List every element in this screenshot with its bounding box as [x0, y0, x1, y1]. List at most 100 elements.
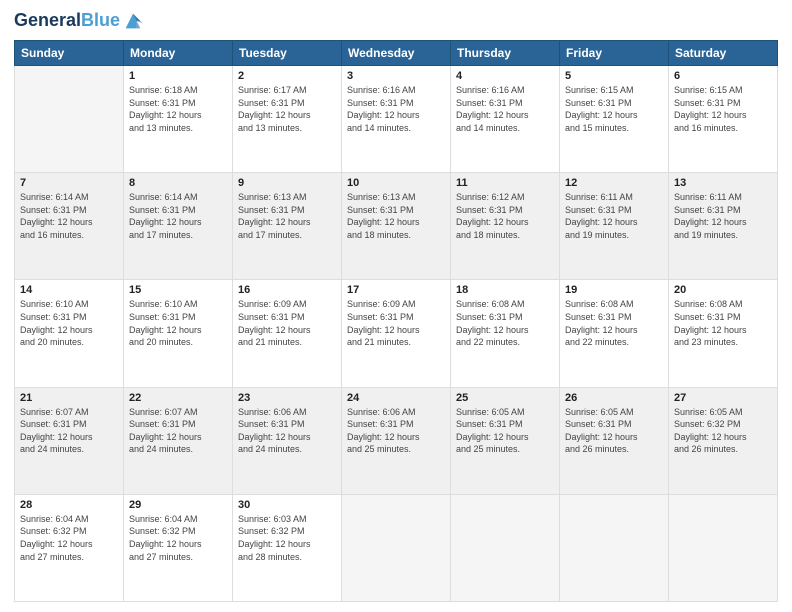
- calendar-cell: 30 Sunrise: 6:03 AM Sunset: 6:32 PM Dayl…: [233, 494, 342, 601]
- logo: GeneralBlue: [14, 10, 144, 32]
- sunrise-label: Sunrise: 6:14 AM: [129, 192, 198, 202]
- day-info: Sunrise: 6:15 AM Sunset: 6:31 PM Dayligh…: [674, 84, 772, 134]
- day-number: 18: [456, 284, 554, 296]
- day-header-monday: Monday: [124, 41, 233, 66]
- day-number: 11: [456, 177, 554, 189]
- calendar-cell: 10 Sunrise: 6:13 AM Sunset: 6:31 PM Dayl…: [342, 173, 451, 280]
- daylight-mins: and 20 minutes.: [20, 337, 84, 347]
- sunset-label: Sunset: 6:31 PM: [129, 205, 196, 215]
- daylight-label: Daylight: 12 hours: [456, 110, 529, 120]
- sunset-label: Sunset: 6:31 PM: [347, 419, 414, 429]
- sunrise-label: Sunrise: 6:05 AM: [674, 407, 743, 417]
- daylight-mins: and 22 minutes.: [456, 337, 520, 347]
- daylight-mins: and 24 minutes.: [20, 444, 84, 454]
- daylight-mins: and 20 minutes.: [129, 337, 193, 347]
- daylight-mins: and 24 minutes.: [238, 444, 302, 454]
- logo-icon: [122, 10, 144, 32]
- sunset-label: Sunset: 6:31 PM: [238, 419, 305, 429]
- daylight-label: Daylight: 12 hours: [20, 217, 93, 227]
- daylight-label: Daylight: 12 hours: [347, 110, 420, 120]
- day-number: 6: [674, 70, 772, 82]
- sunset-label: Sunset: 6:31 PM: [20, 205, 87, 215]
- day-info: Sunrise: 6:08 AM Sunset: 6:31 PM Dayligh…: [674, 298, 772, 348]
- daylight-label: Daylight: 12 hours: [20, 432, 93, 442]
- daylight-mins: and 17 minutes.: [129, 230, 193, 240]
- calendar-cell: 4 Sunrise: 6:16 AM Sunset: 6:31 PM Dayli…: [451, 66, 560, 173]
- sunset-label: Sunset: 6:31 PM: [129, 419, 196, 429]
- sunset-label: Sunset: 6:31 PM: [238, 205, 305, 215]
- sunset-label: Sunset: 6:31 PM: [129, 98, 196, 108]
- sunrise-label: Sunrise: 6:09 AM: [238, 299, 307, 309]
- calendar-cell: 8 Sunrise: 6:14 AM Sunset: 6:31 PM Dayli…: [124, 173, 233, 280]
- sunrise-label: Sunrise: 6:10 AM: [20, 299, 89, 309]
- sunset-label: Sunset: 6:31 PM: [456, 205, 523, 215]
- daylight-mins: and 18 minutes.: [347, 230, 411, 240]
- day-number: 27: [674, 392, 772, 404]
- calendar-cell: 1 Sunrise: 6:18 AM Sunset: 6:31 PM Dayli…: [124, 66, 233, 173]
- daylight-mins: and 25 minutes.: [456, 444, 520, 454]
- daylight-mins: and 19 minutes.: [565, 230, 629, 240]
- day-number: 15: [129, 284, 227, 296]
- daylight-label: Daylight: 12 hours: [456, 325, 529, 335]
- day-info: Sunrise: 6:14 AM Sunset: 6:31 PM Dayligh…: [129, 191, 227, 241]
- daylight-mins: and 14 minutes.: [456, 123, 520, 133]
- daylight-label: Daylight: 12 hours: [129, 539, 202, 549]
- daylight-label: Daylight: 12 hours: [565, 325, 638, 335]
- day-info: Sunrise: 6:09 AM Sunset: 6:31 PM Dayligh…: [238, 298, 336, 348]
- day-info: Sunrise: 6:06 AM Sunset: 6:31 PM Dayligh…: [347, 406, 445, 456]
- day-number: 7: [20, 177, 118, 189]
- daylight-mins: and 21 minutes.: [347, 337, 411, 347]
- day-info: Sunrise: 6:04 AM Sunset: 6:32 PM Dayligh…: [129, 513, 227, 563]
- calendar-cell: 9 Sunrise: 6:13 AM Sunset: 6:31 PM Dayli…: [233, 173, 342, 280]
- day-info: Sunrise: 6:13 AM Sunset: 6:31 PM Dayligh…: [238, 191, 336, 241]
- daylight-label: Daylight: 12 hours: [347, 217, 420, 227]
- calendar-cell: 2 Sunrise: 6:17 AM Sunset: 6:31 PM Dayli…: [233, 66, 342, 173]
- day-number: 13: [674, 177, 772, 189]
- day-info: Sunrise: 6:03 AM Sunset: 6:32 PM Dayligh…: [238, 513, 336, 563]
- calendar-cell: 23 Sunrise: 6:06 AM Sunset: 6:31 PM Dayl…: [233, 387, 342, 494]
- day-number: 1: [129, 70, 227, 82]
- daylight-label: Daylight: 12 hours: [129, 110, 202, 120]
- day-info: Sunrise: 6:11 AM Sunset: 6:31 PM Dayligh…: [565, 191, 663, 241]
- day-header-thursday: Thursday: [451, 41, 560, 66]
- sunset-label: Sunset: 6:31 PM: [674, 205, 741, 215]
- daylight-label: Daylight: 12 hours: [238, 432, 311, 442]
- sunrise-label: Sunrise: 6:16 AM: [347, 85, 416, 95]
- sunset-label: Sunset: 6:31 PM: [347, 312, 414, 322]
- day-number: 20: [674, 284, 772, 296]
- sunrise-label: Sunrise: 6:05 AM: [565, 407, 634, 417]
- day-info: Sunrise: 6:12 AM Sunset: 6:31 PM Dayligh…: [456, 191, 554, 241]
- calendar-cell: 13 Sunrise: 6:11 AM Sunset: 6:31 PM Dayl…: [669, 173, 778, 280]
- day-info: Sunrise: 6:05 AM Sunset: 6:31 PM Dayligh…: [565, 406, 663, 456]
- calendar-week-row: 1 Sunrise: 6:18 AM Sunset: 6:31 PM Dayli…: [15, 66, 778, 173]
- day-number: 14: [20, 284, 118, 296]
- day-info: Sunrise: 6:05 AM Sunset: 6:32 PM Dayligh…: [674, 406, 772, 456]
- daylight-mins: and 16 minutes.: [674, 123, 738, 133]
- daylight-label: Daylight: 12 hours: [20, 325, 93, 335]
- day-info: Sunrise: 6:07 AM Sunset: 6:31 PM Dayligh…: [20, 406, 118, 456]
- day-number: 19: [565, 284, 663, 296]
- calendar-cell: 7 Sunrise: 6:14 AM Sunset: 6:31 PM Dayli…: [15, 173, 124, 280]
- daylight-label: Daylight: 12 hours: [238, 539, 311, 549]
- daylight-label: Daylight: 12 hours: [565, 217, 638, 227]
- day-info: Sunrise: 6:13 AM Sunset: 6:31 PM Dayligh…: [347, 191, 445, 241]
- sunset-label: Sunset: 6:31 PM: [565, 419, 632, 429]
- day-number: 4: [456, 70, 554, 82]
- sunrise-label: Sunrise: 6:17 AM: [238, 85, 307, 95]
- calendar-cell: 25 Sunrise: 6:05 AM Sunset: 6:31 PM Dayl…: [451, 387, 560, 494]
- daylight-mins: and 19 minutes.: [674, 230, 738, 240]
- daylight-label: Daylight: 12 hours: [674, 432, 747, 442]
- daylight-mins: and 21 minutes.: [238, 337, 302, 347]
- calendar-cell: 29 Sunrise: 6:04 AM Sunset: 6:32 PM Dayl…: [124, 494, 233, 601]
- calendar-week-row: 21 Sunrise: 6:07 AM Sunset: 6:31 PM Dayl…: [15, 387, 778, 494]
- sunset-label: Sunset: 6:31 PM: [565, 312, 632, 322]
- sunrise-label: Sunrise: 6:13 AM: [238, 192, 307, 202]
- calendar-cell: 15 Sunrise: 6:10 AM Sunset: 6:31 PM Dayl…: [124, 280, 233, 387]
- calendar-cell: 16 Sunrise: 6:09 AM Sunset: 6:31 PM Dayl…: [233, 280, 342, 387]
- daylight-label: Daylight: 12 hours: [456, 432, 529, 442]
- day-info: Sunrise: 6:08 AM Sunset: 6:31 PM Dayligh…: [565, 298, 663, 348]
- daylight-mins: and 27 minutes.: [129, 552, 193, 562]
- sunrise-label: Sunrise: 6:05 AM: [456, 407, 525, 417]
- sunset-label: Sunset: 6:32 PM: [674, 419, 741, 429]
- day-info: Sunrise: 6:06 AM Sunset: 6:31 PM Dayligh…: [238, 406, 336, 456]
